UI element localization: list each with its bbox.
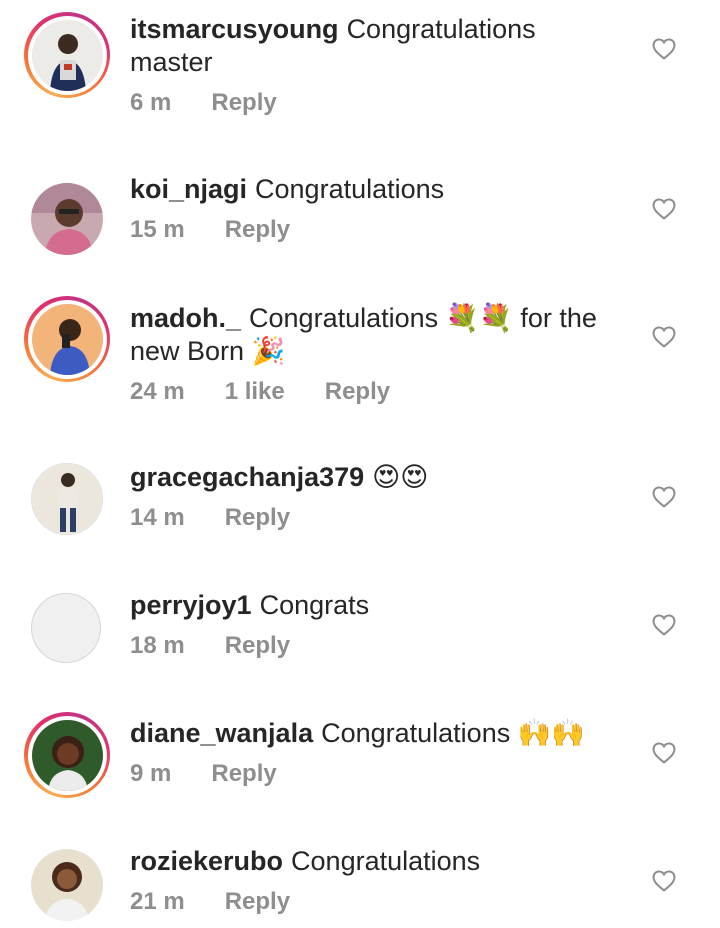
comment-meta: 14 m Reply (130, 504, 630, 532)
comment-username[interactable]: madoh._ (130, 303, 241, 333)
comment-body: gracegachanja379 😍😍 (130, 461, 630, 494)
avatar-image (31, 19, 103, 91)
reply-button[interactable]: Reply (211, 89, 276, 117)
avatar-image (31, 463, 103, 535)
heart-outline-icon[interactable] (652, 742, 676, 764)
comment-time: 21 m (130, 888, 185, 915)
avatar[interactable] (24, 712, 110, 798)
comment-time: 24 m (130, 378, 185, 405)
comment-time: 15 m (130, 216, 185, 243)
like-count[interactable]: 1 like (225, 378, 285, 406)
default-avatar-icon (31, 593, 101, 663)
reply-button[interactable]: Reply (225, 888, 290, 916)
avatar[interactable] (24, 176, 110, 262)
comment-body: itsmarcusyoung Congratulations master (130, 13, 560, 79)
heart-outline-icon[interactable] (652, 486, 676, 508)
comment-meta: 15 m Reply (130, 216, 630, 244)
comment-time: 14 m (130, 504, 185, 531)
heart-outline-icon[interactable] (652, 38, 676, 60)
comment-username[interactable]: perryjoy1 (130, 590, 252, 620)
heart-outline-icon[interactable] (652, 326, 676, 348)
reply-button[interactable]: Reply (325, 378, 390, 406)
comment-username[interactable]: koi_njagi (130, 174, 247, 204)
comment-body: madoh._ Congratulations 💐💐 for the new Bo… (130, 302, 620, 368)
comment-time: 6 m (130, 89, 172, 116)
avatar[interactable] (24, 586, 110, 672)
avatar-image (31, 303, 103, 375)
comment-text: 😍😍 (372, 462, 429, 492)
comment-meta: 9 m Reply (130, 760, 630, 788)
comment-username[interactable]: gracegachanja379 (130, 462, 364, 492)
avatar-image (31, 183, 103, 255)
avatar[interactable] (24, 842, 110, 928)
comment-time: 9 m (130, 760, 172, 787)
heart-outline-icon[interactable] (652, 198, 676, 220)
story-ring (24, 296, 110, 382)
avatar-image (31, 849, 103, 921)
avatar[interactable] (24, 296, 110, 382)
comment-username[interactable]: roziekerubo (130, 846, 283, 876)
avatar[interactable] (24, 12, 110, 98)
comment-text: Congratulations (291, 846, 481, 876)
comment-username[interactable]: diane_wanjala (130, 718, 313, 748)
reply-button[interactable]: Reply (211, 760, 276, 788)
comment-body: roziekerubo Congratulations (130, 845, 630, 878)
avatar[interactable] (24, 456, 110, 542)
comment-text: Congrats (259, 590, 370, 620)
heart-outline-icon[interactable] (652, 870, 676, 892)
comment-meta: 24 m 1 like Reply (130, 378, 630, 406)
comment-time: 18 m (130, 632, 185, 659)
reply-button[interactable]: Reply (225, 504, 290, 532)
comment-body: diane_wanjala Congratulations 🙌🙌 (130, 717, 630, 750)
comment-username[interactable]: itsmarcusyoung (130, 14, 339, 44)
comment-text: Congratulations (255, 174, 445, 204)
avatar-image (31, 719, 103, 791)
comment-body: perryjoy1 Congrats (130, 589, 630, 622)
comment-text: Congratulations 🙌🙌 (321, 718, 585, 748)
reply-button[interactable]: Reply (225, 632, 290, 660)
comment-meta: 6 m Reply (130, 89, 630, 117)
comment-meta: 21 m Reply (130, 888, 630, 916)
story-ring (24, 712, 110, 798)
reply-button[interactable]: Reply (225, 216, 290, 244)
heart-outline-icon[interactable] (652, 614, 676, 636)
story-ring (24, 12, 110, 98)
comment-meta: 18 m Reply (130, 632, 630, 660)
comment-body: koi_njagi Congratulations (130, 173, 630, 206)
